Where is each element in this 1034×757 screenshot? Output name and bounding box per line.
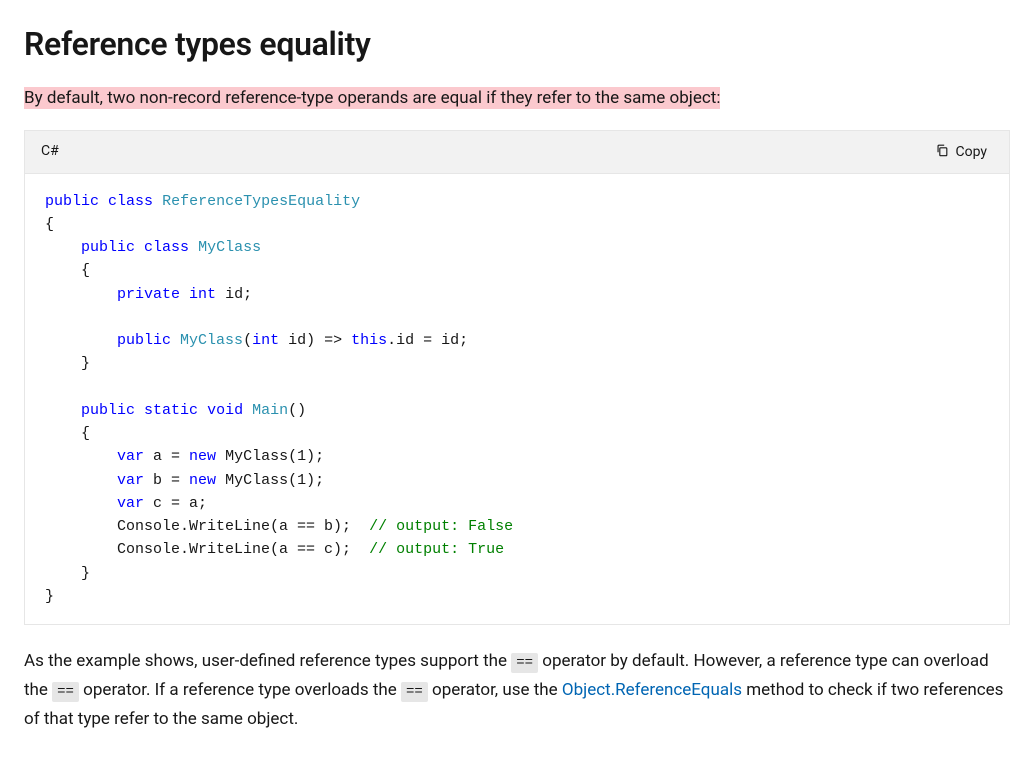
section-heading: Reference types equality	[24, 20, 1010, 68]
paragraph-text: operator. If a reference type overloads …	[79, 680, 401, 700]
code-header: C# Copy	[25, 131, 1009, 174]
copy-icon	[935, 143, 949, 161]
paragraph-text: operator, use the	[428, 680, 562, 700]
code-block: C# Copy public class ReferenceTypesEqual…	[24, 130, 1010, 626]
explanation-paragraph: As the example shows, user-defined refer…	[24, 647, 1010, 734]
intro-text: By default, two non-record reference-typ…	[24, 87, 720, 109]
code-language-label: C#	[41, 141, 59, 162]
operator-code: ==	[511, 653, 538, 673]
reference-equals-link[interactable]: Object.ReferenceEquals	[562, 680, 742, 700]
copy-button-label: Copy	[955, 144, 987, 160]
operator-code: ==	[401, 682, 428, 702]
paragraph-text: As the example shows, user-defined refer…	[24, 651, 511, 671]
code-content: public class ReferenceTypesEquality { pu…	[25, 174, 1009, 625]
operator-code: ==	[52, 682, 79, 702]
copy-button[interactable]: Copy	[929, 139, 993, 165]
